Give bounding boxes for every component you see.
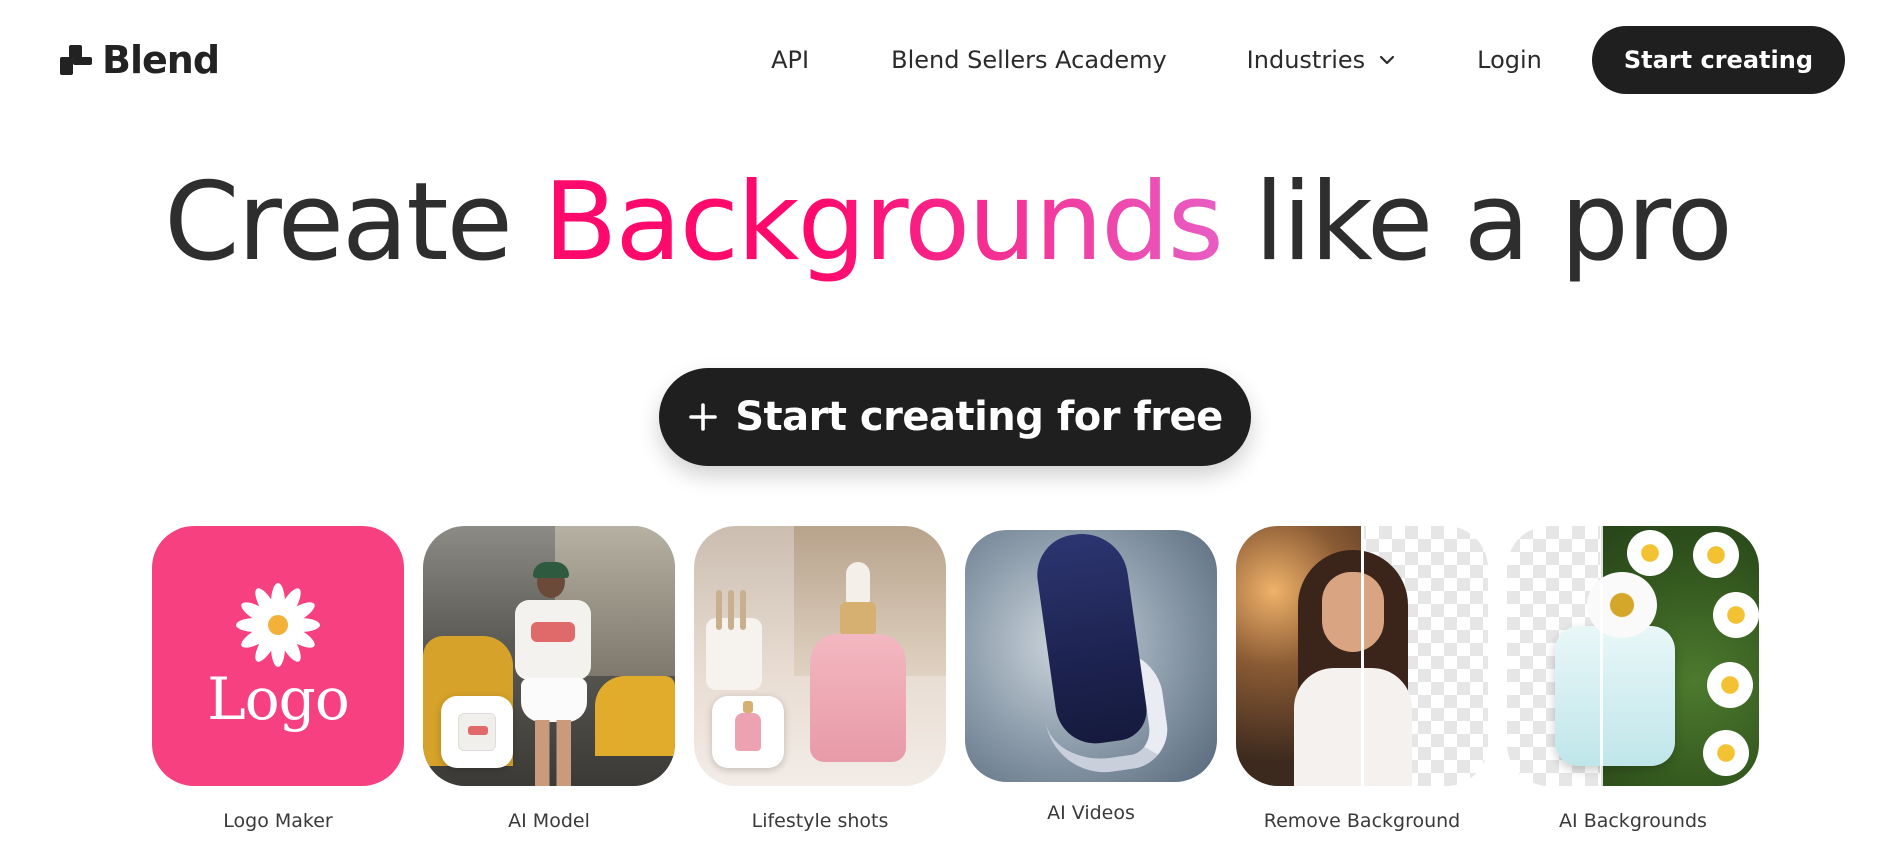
top-navigation: Blend API Blend Sellers Academy Industri…: [0, 0, 1895, 120]
logo-text: Blend: [102, 38, 220, 82]
nav-dropdown-industries[interactable]: Industries: [1247, 46, 1397, 74]
hero-title-post: like a pro: [1221, 160, 1733, 285]
tool-tile-ai-videos[interactable]: AI Videos: [965, 526, 1217, 824]
tool-tile-ai-model[interactable]: AI Model: [423, 526, 675, 832]
login-link[interactable]: Login: [1477, 46, 1542, 74]
tool-tile-logo-maker[interactable]: Logo Logo Maker: [152, 526, 404, 832]
ai-backgrounds-thumbnail: [1507, 526, 1759, 786]
blend-logo-icon: [60, 43, 94, 77]
compare-slider-handle: [1361, 526, 1364, 786]
logo-maker-thumbnail: Logo: [152, 526, 404, 786]
remove-background-thumbnail: [1236, 526, 1488, 786]
hero-title: Create Backgrounds like a pro: [0, 160, 1895, 285]
tool-label: Remove Background: [1263, 810, 1461, 832]
serum-product-icon: [712, 696, 784, 768]
nav-links: API Blend Sellers Academy Industries Log…: [771, 26, 1845, 94]
nav-link-academy[interactable]: Blend Sellers Academy: [891, 46, 1167, 74]
tool-tile-remove-background[interactable]: Remove Background: [1236, 526, 1488, 832]
chevron-down-icon: [1380, 55, 1395, 65]
tool-tile-ai-backgrounds[interactable]: AI Backgrounds: [1507, 526, 1759, 832]
nav-link-api[interactable]: API: [771, 46, 809, 74]
logo-thumb-text: Logo: [207, 665, 349, 733]
tool-tile-lifestyle-shots[interactable]: Lifestyle shots: [694, 526, 946, 832]
tool-label: AI Model: [508, 810, 590, 832]
hero-title-pre: Create: [164, 160, 544, 285]
lifestyle-shots-thumbnail: [694, 526, 946, 786]
cta-label: Start creating for free: [735, 394, 1223, 440]
tshirt-product-icon: [441, 696, 513, 768]
start-creating-button[interactable]: Start creating: [1591, 26, 1845, 94]
tool-label: Lifestyle shots: [751, 810, 889, 832]
tool-label: AI Backgrounds: [1559, 810, 1707, 832]
ai-model-thumbnail: [423, 526, 675, 786]
tool-label: Logo Maker: [223, 810, 333, 832]
industries-label: Industries: [1246, 46, 1366, 74]
start-creating-free-button[interactable]: Start creating for free: [659, 368, 1251, 466]
blend-logo[interactable]: Blend: [60, 38, 220, 82]
ai-videos-thumbnail: [965, 530, 1217, 782]
hero-title-highlight: Backgrounds: [543, 160, 1224, 285]
tool-label: AI Videos: [1047, 802, 1135, 824]
plus-icon: [689, 403, 718, 431]
daisy-icon: [236, 583, 320, 667]
